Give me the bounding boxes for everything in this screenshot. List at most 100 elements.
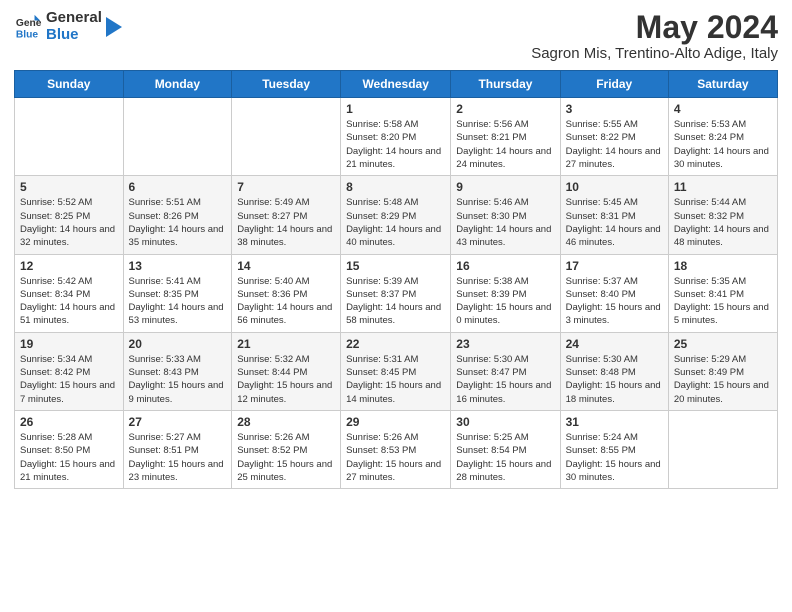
- day-number: 21: [237, 337, 335, 351]
- logo-icon: General Blue: [14, 13, 42, 41]
- calendar-cell: 14 Sunrise: 5:40 AM Sunset: 8:36 PM Dayli…: [232, 254, 341, 332]
- calendar-cell: [123, 98, 232, 176]
- day-number: 22: [346, 337, 445, 351]
- day-number: 4: [674, 102, 772, 116]
- calendar-cell: 17 Sunrise: 5:37 AM Sunset: 8:40 PM Dayli…: [560, 254, 668, 332]
- page: General Blue General Blue May 2024 Sagro…: [0, 0, 792, 499]
- day-info: Sunrise: 5:40 AM Sunset: 8:36 PM Dayligh…: [237, 275, 335, 328]
- day-info: Sunrise: 5:56 AM Sunset: 8:21 PM Dayligh…: [456, 118, 554, 171]
- calendar-cell: 16 Sunrise: 5:38 AM Sunset: 8:39 PM Dayli…: [451, 254, 560, 332]
- day-info: Sunrise: 5:33 AM Sunset: 8:43 PM Dayligh…: [129, 353, 227, 406]
- calendar-cell: [15, 98, 124, 176]
- day-info: Sunrise: 5:30 AM Sunset: 8:48 PM Dayligh…: [566, 353, 663, 406]
- day-number: 13: [129, 259, 227, 273]
- day-number: 10: [566, 180, 663, 194]
- col-sunday: Sunday: [15, 71, 124, 98]
- day-info: Sunrise: 5:41 AM Sunset: 8:35 PM Dayligh…: [129, 275, 227, 328]
- week-row-5: 26Sunrise: 5:28 AM Sunset: 8:50 PM Dayli…: [15, 410, 778, 488]
- calendar-cell: 20 Sunrise: 5:33 AM Sunset: 8:43 PM Dayli…: [123, 332, 232, 410]
- day-number: 7: [237, 180, 335, 194]
- day-info: Sunrise: 5:37 AM Sunset: 8:40 PM Dayligh…: [566, 275, 663, 328]
- week-row-2: 5 Sunrise: 5:52 AM Sunset: 8:25 PM Daylig…: [15, 176, 778, 254]
- calendar-cell: 12 Sunrise: 5:42 AM Sunset: 8:34 PM Dayli…: [15, 254, 124, 332]
- day-number: 27: [129, 415, 227, 429]
- day-number: 30: [456, 415, 554, 429]
- day-number: 20: [129, 337, 227, 351]
- week-row-4: 19 Sunrise: 5:34 AM Sunset: 8:42 PM Dayli…: [15, 332, 778, 410]
- day-info: Sunrise: 5:44 AM Sunset: 8:32 PM Dayligh…: [674, 196, 772, 249]
- day-info: Sunrise: 5:39 AM Sunset: 8:37 PM Dayligh…: [346, 275, 445, 328]
- day-number: 14: [237, 259, 335, 273]
- day-number: 16: [456, 259, 554, 273]
- calendar-cell: 22Sunrise: 5:31 AM Sunset: 8:45 PM Dayli…: [341, 332, 451, 410]
- calendar-cell: 2 Sunrise: 5:56 AM Sunset: 8:21 PM Daylig…: [451, 98, 560, 176]
- calendar-cell: 15 Sunrise: 5:39 AM Sunset: 8:37 PM Dayli…: [341, 254, 451, 332]
- week-row-3: 12 Sunrise: 5:42 AM Sunset: 8:34 PM Dayli…: [15, 254, 778, 332]
- col-tuesday: Tuesday: [232, 71, 341, 98]
- day-number: 28: [237, 415, 335, 429]
- day-number: 6: [129, 180, 227, 194]
- day-info: Sunrise: 5:29 AM Sunset: 8:49 PM Dayligh…: [674, 353, 772, 406]
- day-info: Sunrise: 5:55 AM Sunset: 8:22 PM Dayligh…: [566, 118, 663, 171]
- day-number: 24: [566, 337, 663, 351]
- col-wednesday: Wednesday: [341, 71, 451, 98]
- col-friday: Friday: [560, 71, 668, 98]
- calendar-cell: 18 Sunrise: 5:35 AM Sunset: 8:41 PM Dayli…: [668, 254, 777, 332]
- day-info: Sunrise: 5:34 AM Sunset: 8:42 PM Dayligh…: [20, 353, 118, 406]
- day-number: 2: [456, 102, 554, 116]
- calendar-cell: 10 Sunrise: 5:45 AM Sunset: 8:31 PM Dayli…: [560, 176, 668, 254]
- day-info: Sunrise: 5:49 AM Sunset: 8:27 PM Dayligh…: [237, 196, 335, 249]
- col-saturday: Saturday: [668, 71, 777, 98]
- calendar-cell: [668, 410, 777, 488]
- calendar-cell: 25 Sunrise: 5:29 AM Sunset: 8:49 PM Dayli…: [668, 332, 777, 410]
- calendar-body: 1Sunrise: 5:58 AM Sunset: 8:20 PM Daylig…: [15, 98, 778, 489]
- day-info: Sunrise: 5:42 AM Sunset: 8:34 PM Dayligh…: [20, 275, 118, 328]
- day-info: Sunrise: 5:25 AM Sunset: 8:54 PM Dayligh…: [456, 431, 554, 484]
- day-info: Sunrise: 5:35 AM Sunset: 8:41 PM Dayligh…: [674, 275, 772, 328]
- calendar-cell: 1Sunrise: 5:58 AM Sunset: 8:20 PM Daylig…: [341, 98, 451, 176]
- day-info: Sunrise: 5:38 AM Sunset: 8:39 PM Dayligh…: [456, 275, 554, 328]
- calendar-header: Sunday Monday Tuesday Wednesday Thursday…: [15, 71, 778, 98]
- calendar-cell: 21Sunrise: 5:32 AM Sunset: 8:44 PM Dayli…: [232, 332, 341, 410]
- day-info: Sunrise: 5:26 AM Sunset: 8:52 PM Dayligh…: [237, 431, 335, 484]
- day-number: 17: [566, 259, 663, 273]
- calendar-cell: 6 Sunrise: 5:51 AM Sunset: 8:26 PM Daylig…: [123, 176, 232, 254]
- day-info: Sunrise: 5:27 AM Sunset: 8:51 PM Dayligh…: [129, 431, 227, 484]
- calendar-cell: 13 Sunrise: 5:41 AM Sunset: 8:35 PM Dayli…: [123, 254, 232, 332]
- calendar-cell: 7 Sunrise: 5:49 AM Sunset: 8:27 PM Daylig…: [232, 176, 341, 254]
- day-info: Sunrise: 5:30 AM Sunset: 8:47 PM Dayligh…: [456, 353, 554, 406]
- svg-text:Blue: Blue: [16, 29, 39, 40]
- header-row: Sunday Monday Tuesday Wednesday Thursday…: [15, 71, 778, 98]
- day-number: 15: [346, 259, 445, 273]
- day-info: Sunrise: 5:51 AM Sunset: 8:26 PM Dayligh…: [129, 196, 227, 249]
- day-number: 8: [346, 180, 445, 194]
- col-monday: Monday: [123, 71, 232, 98]
- day-number: 25: [674, 337, 772, 351]
- calendar-cell: 27 Sunrise: 5:27 AM Sunset: 8:51 PM Dayli…: [123, 410, 232, 488]
- day-number: 12: [20, 259, 118, 273]
- day-number: 19: [20, 337, 118, 351]
- day-info: Sunrise: 5:45 AM Sunset: 8:31 PM Dayligh…: [566, 196, 663, 249]
- day-number: 3: [566, 102, 663, 116]
- day-number: 11: [674, 180, 772, 194]
- day-number: 23: [456, 337, 554, 351]
- calendar-cell: 8Sunrise: 5:48 AM Sunset: 8:29 PM Daylig…: [341, 176, 451, 254]
- calendar-cell: 19 Sunrise: 5:34 AM Sunset: 8:42 PM Dayli…: [15, 332, 124, 410]
- day-number: 1: [346, 102, 445, 116]
- logo-line2: Blue: [46, 27, 102, 44]
- main-title: May 2024: [531, 10, 778, 45]
- calendar-cell: 28 Sunrise: 5:26 AM Sunset: 8:52 PM Dayli…: [232, 410, 341, 488]
- calendar-cell: 30 Sunrise: 5:25 AM Sunset: 8:54 PM Dayli…: [451, 410, 560, 488]
- day-info: Sunrise: 5:46 AM Sunset: 8:30 PM Dayligh…: [456, 196, 554, 249]
- calendar-cell: 29Sunrise: 5:26 AM Sunset: 8:53 PM Dayli…: [341, 410, 451, 488]
- day-number: 31: [566, 415, 663, 429]
- calendar-cell: 23 Sunrise: 5:30 AM Sunset: 8:47 PM Dayli…: [451, 332, 560, 410]
- calendar-cell: 4Sunrise: 5:53 AM Sunset: 8:24 PM Daylig…: [668, 98, 777, 176]
- week-row-1: 1Sunrise: 5:58 AM Sunset: 8:20 PM Daylig…: [15, 98, 778, 176]
- day-number: 18: [674, 259, 772, 273]
- day-info: Sunrise: 5:24 AM Sunset: 8:55 PM Dayligh…: [566, 431, 663, 484]
- day-info: Sunrise: 5:52 AM Sunset: 8:25 PM Dayligh…: [20, 196, 118, 249]
- day-number: 5: [20, 180, 118, 194]
- calendar-cell: 31 Sunrise: 5:24 AM Sunset: 8:55 PM Dayli…: [560, 410, 668, 488]
- calendar-cell: 5 Sunrise: 5:52 AM Sunset: 8:25 PM Daylig…: [15, 176, 124, 254]
